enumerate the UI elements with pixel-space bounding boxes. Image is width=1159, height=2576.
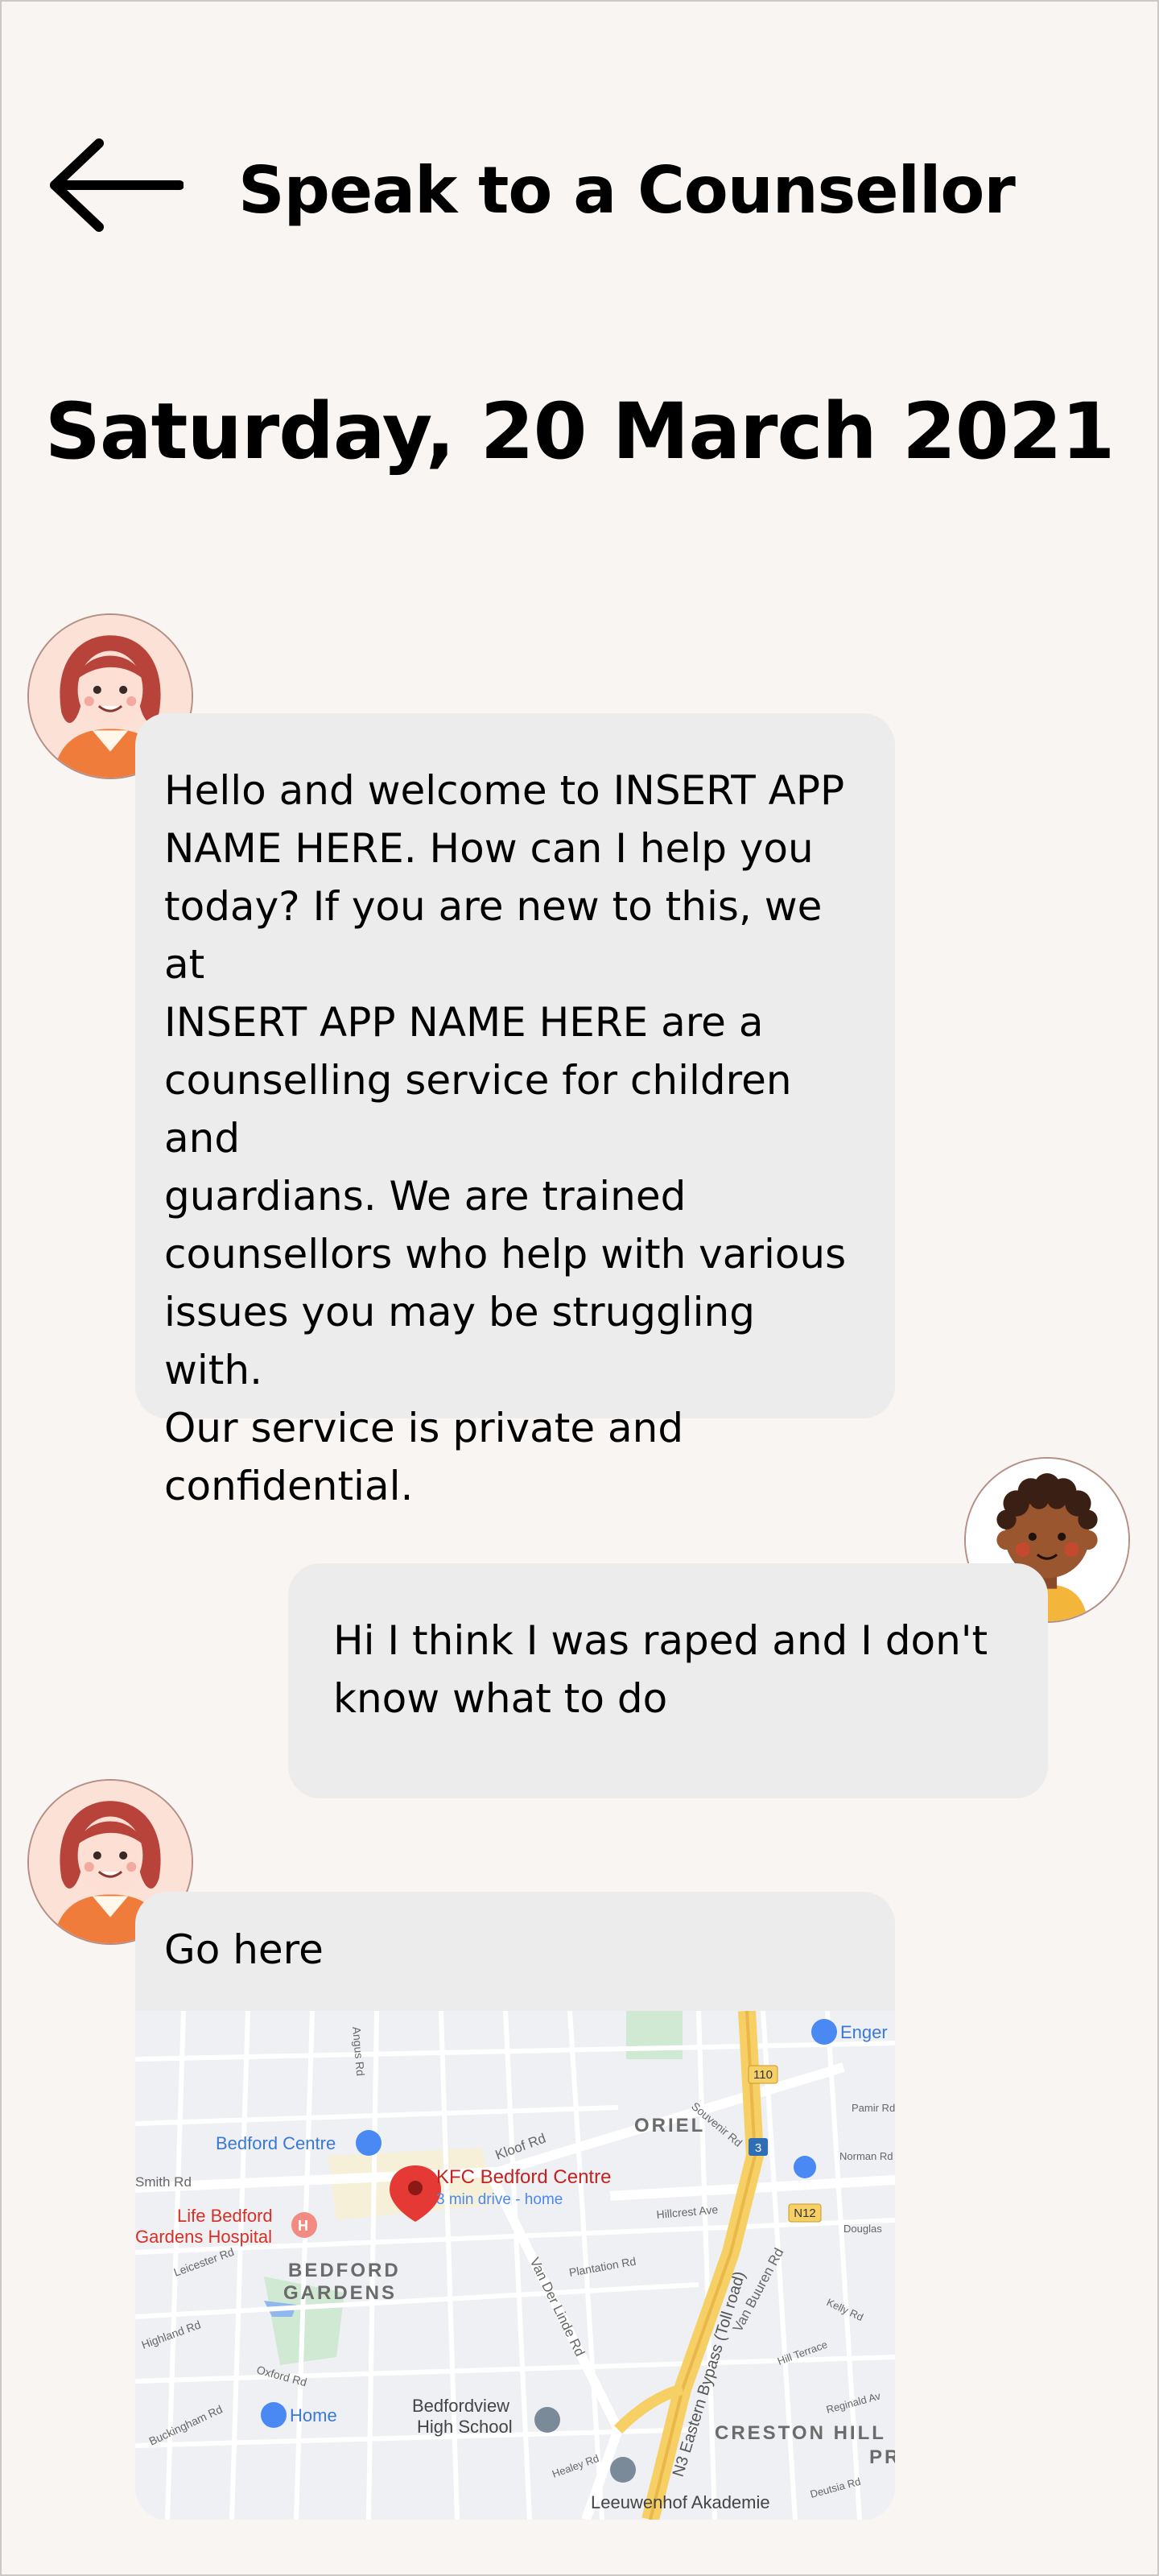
svg-text:H: H [298,2218,308,2234]
svg-text:110: 110 [753,2068,773,2082]
svg-text:ORIEL: ORIEL [634,2115,705,2136]
message-text: Hi I think I was raped and I don't know … [333,1617,988,1722]
map-preview[interactable]: 110 3 N12 Smith Rd Kloof Rd Van Der Lind… [135,2011,895,2520]
message-bubble-user: Hi I think I was raped and I don't know … [288,1563,1048,1798]
svg-text:Leeuwenhof Akademie: Leeuwenhof Akademie [591,2492,770,2512]
message-text: Hello and welcome to INSERT APP NAME HER… [164,767,847,1509]
svg-text:GARDENS: GARDENS [283,2282,397,2304]
svg-text:Bedfordview: Bedfordview [412,2396,509,2416]
message-text: Go here [164,1926,324,1973]
svg-text:Norman Rd: Norman Rd [839,2150,893,2162]
svg-text:Smith Rd: Smith Rd [135,2174,192,2190]
home-poi: Home [261,2402,337,2428]
message-bubble-counsellor: Hello and welcome to INSERT APP NAME HER… [135,713,895,1509]
arrow-left-icon [50,138,184,232]
svg-text:PR: PR [869,2446,895,2468]
svg-text:BEDFORD: BEDFORD [288,2260,401,2281]
svg-text:3 min drive - home: 3 min drive - home [436,2191,563,2208]
svg-text:Bedford Centre: Bedford Centre [216,2133,336,2153]
svg-text:KFC Bedford Centre: KFC Bedford Centre [436,2166,611,2188]
svg-text:3: 3 [755,2141,761,2155]
svg-text:Gardens Hospital: Gardens Hospital [135,2227,272,2247]
svg-text:High School: High School [417,2417,513,2437]
message-bubble-counsellor: Go here 110 3 N12 Smith Rd Kloof Rd Van … [135,1892,895,2520]
svg-text:Douglas: Douglas [843,2223,882,2235]
enger-poi: Enger [811,2019,888,2045]
svg-text:Enger: Enger [840,2022,888,2042]
svg-text:N12: N12 [794,2207,816,2220]
svg-text:Pamir Rd: Pamir Rd [852,2102,895,2114]
svg-text:CRESTON HILL: CRESTON HILL [715,2422,886,2444]
page-title: Speak to a Counsellor [238,153,1016,228]
date-separator: Saturday, 20 March 2021 [44,386,1116,477]
back-button[interactable] [47,137,184,233]
svg-text:Life Bedford: Life Bedford [177,2206,273,2226]
svg-text:Home: Home [290,2405,337,2425]
